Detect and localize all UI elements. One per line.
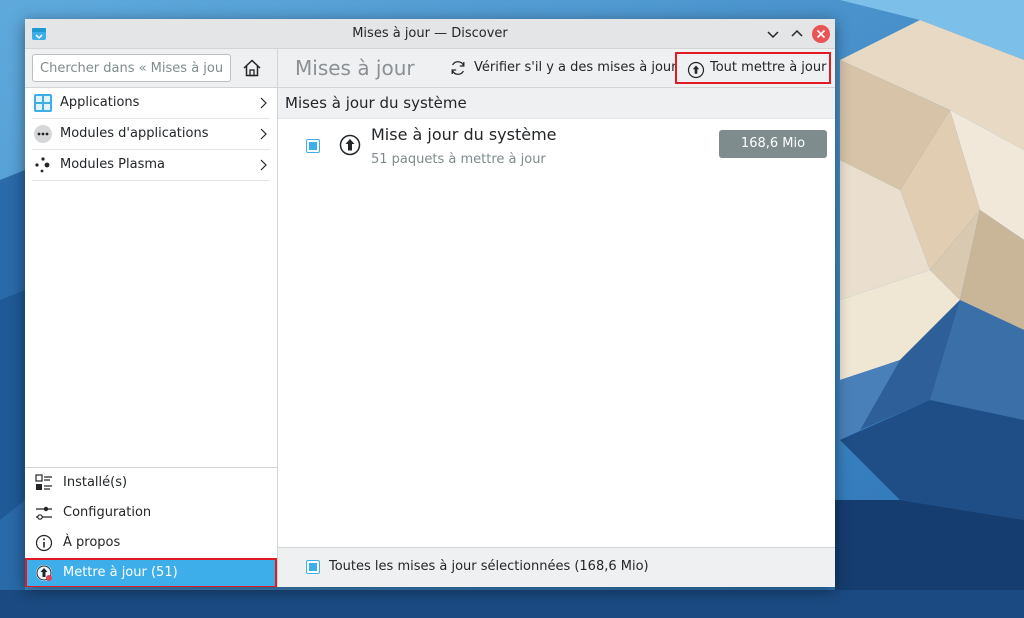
- settings-sliders-icon: [36, 506, 52, 520]
- update-icon: [36, 565, 52, 581]
- update-all-label: Tout mettre à jour: [710, 60, 827, 75]
- close-icon[interactable]: [811, 24, 831, 44]
- maximize-icon[interactable]: [787, 24, 807, 44]
- window-title: Mises à jour — Discover: [352, 26, 508, 41]
- addons-dots-icon: [34, 125, 52, 143]
- sidebar-item-label: Applications: [60, 95, 140, 110]
- system-update-icon: [339, 134, 361, 156]
- sidebar-item-label: Mettre à jour (51): [63, 565, 178, 580]
- installed-list-icon: [35, 474, 52, 490]
- sidebar-item-about[interactable]: À propos: [25, 528, 277, 558]
- home-icon[interactable]: [241, 57, 263, 79]
- title-bar: Mises à jour — Discover: [25, 19, 835, 49]
- info-icon: [35, 534, 53, 552]
- update-item-checkbox[interactable]: [306, 139, 320, 153]
- sidebar-item-label: Modules Plasma: [60, 157, 165, 172]
- check-updates-label: Vérifier s'il y a des mises à jour: [474, 60, 677, 75]
- refresh-icon: [451, 61, 465, 75]
- section-header: Mises à jour du système: [278, 88, 835, 119]
- sidebar-item-label: Modules d'applications: [60, 126, 209, 141]
- category-list: Applications Modules d'applications Modu…: [32, 88, 270, 181]
- search-area: [25, 49, 277, 88]
- list-item[interactable]: Mise à jour du système 51 paquets à mett…: [278, 119, 835, 177]
- chevron-right-icon: [260, 159, 267, 171]
- sidebar-item-configuration[interactable]: Configuration: [25, 498, 277, 528]
- update-item-title: Mise à jour du système: [371, 125, 557, 144]
- sidebar: Applications Modules d'applications: [25, 49, 278, 587]
- update-all-button[interactable]: Tout mettre à jour: [675, 52, 831, 84]
- sidebar-item-label: À propos: [63, 535, 121, 550]
- sidebar-item-installed[interactable]: Installé(s): [25, 468, 277, 498]
- applications-grid-icon: [34, 94, 52, 112]
- update-arrow-icon: [687, 61, 705, 79]
- discover-window: Mises à jour — Discover Chercher dans « …: [25, 19, 835, 587]
- chevron-right-icon: [260, 97, 267, 109]
- sidebar-item-update[interactable]: Mettre à jour (51): [25, 558, 277, 587]
- main-panel: Mises à jour Vérifier s'il y a des mises…: [278, 49, 835, 587]
- search-input[interactable]: [32, 54, 231, 82]
- footer-bar: Toutes les mises à jour sélectionnées (1…: [278, 547, 835, 587]
- section-title: Mises à jour du système: [285, 94, 467, 112]
- sidebar-item-applications[interactable]: Applications: [32, 88, 270, 119]
- sidebar-item-label: Configuration: [63, 505, 152, 520]
- select-all-checkbox[interactable]: [306, 560, 320, 574]
- select-all-label[interactable]: Toutes les mises à jour sélectionnées (1…: [329, 548, 649, 586]
- page-title: Mises à jour: [295, 56, 415, 80]
- toolbar: Mises à jour Vérifier s'il y a des mises…: [278, 49, 835, 88]
- plasma-icon: [35, 157, 50, 173]
- minimize-icon[interactable]: [763, 24, 783, 44]
- sidebar-bottom-nav: Installé(s) Configuration À propos Mettr…: [25, 467, 277, 587]
- sidebar-item-plasma-modules[interactable]: Modules Plasma: [32, 150, 270, 181]
- chevron-right-icon: [260, 128, 267, 140]
- update-size-badge: 168,6 Mio: [719, 130, 827, 158]
- sidebar-item-app-modules[interactable]: Modules d'applications: [32, 119, 270, 150]
- update-item-subtitle: 51 paquets à mettre à jour: [371, 152, 546, 167]
- sidebar-item-label: Installé(s): [63, 475, 128, 490]
